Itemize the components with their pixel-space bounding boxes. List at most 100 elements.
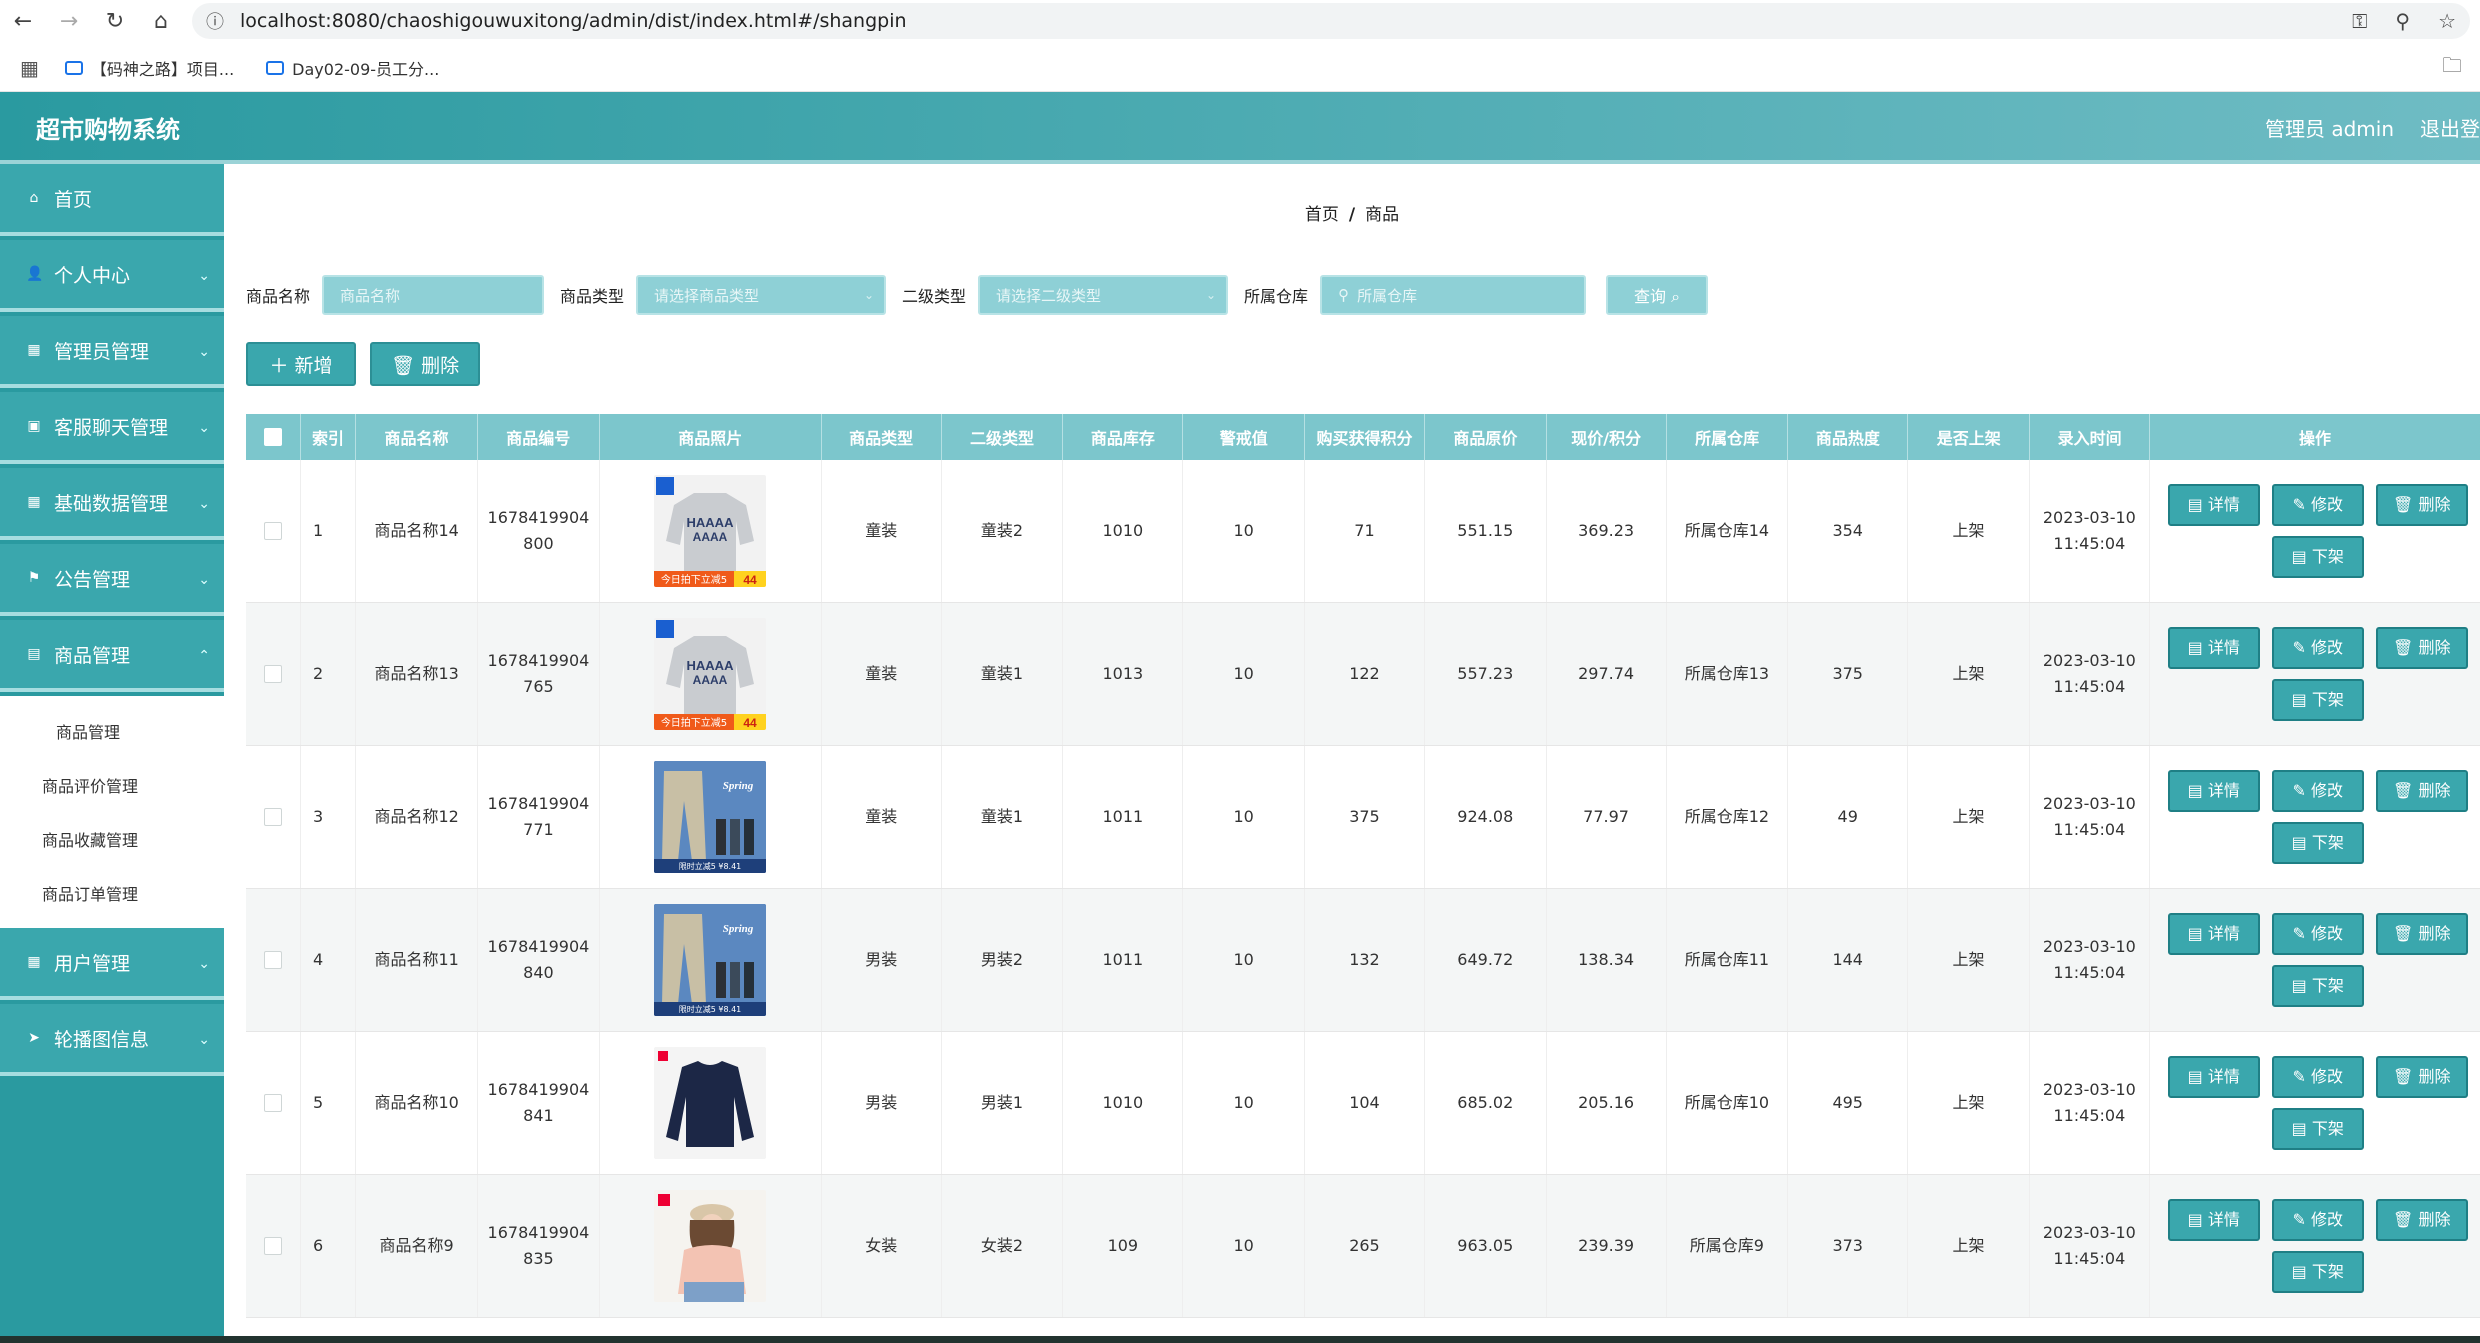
table-cell: Spring 限时立减5 ¥8.41: [600, 889, 822, 1031]
table-cell: 963.05: [1425, 1175, 1547, 1317]
row-delete-button[interactable]: 🗑 删除: [2375, 484, 2468, 526]
row-checkbox[interactable]: [264, 951, 282, 969]
onshelf-cell: 上架: [1952, 1093, 1985, 1112]
sidebar-item-notice[interactable]: ⚑ 公告管理 ⌄: [0, 544, 224, 616]
svg-text:44: 44: [744, 573, 758, 587]
sidebar-item-home[interactable]: ⌂ 首页: [0, 164, 224, 236]
submenu-item-goods[interactable]: 商品管理: [0, 704, 224, 758]
offshelf-button[interactable]: ▤ 下架: [2271, 965, 2364, 1007]
sidebar-item-basedata[interactable]: ▦ 基础数据管理 ⌄: [0, 468, 224, 540]
name-filter-input[interactable]: 商品名称: [322, 275, 545, 315]
row-checkbox[interactable]: [264, 808, 282, 826]
row-delete-button[interactable]: 🗑 删除: [2375, 770, 2468, 812]
edit-button[interactable]: ✎ 修改: [2271, 1056, 2364, 1098]
now-price-cell: 239.39: [1578, 1236, 1635, 1255]
edit-button[interactable]: ✎ 修改: [2271, 913, 2364, 955]
filter-bar: 商品名称 商品名称 商品类型 请选择商品类型 ⌄ 二级类型 请选择二级类型 ⌄ 所属…: [246, 274, 1709, 316]
offshelf-button[interactable]: ▤ 下架: [2271, 822, 2364, 864]
product-photo[interactable]: [654, 1190, 767, 1302]
code-part: 765: [523, 677, 554, 696]
query-button[interactable]: 查询 ⌕: [1606, 275, 1709, 315]
folder-icon[interactable]: 🗀: [2442, 51, 2462, 85]
product-photo[interactable]: HAAAA AAAA 今日拍下立减5 44: [654, 475, 767, 587]
bookmark-item[interactable]: 【码神之路】项目...: [64, 56, 234, 80]
index-cell: 2: [313, 664, 324, 683]
table-cell: 1010: [1063, 1032, 1184, 1174]
add-button[interactable]: ＋ 新增: [246, 342, 356, 386]
table-cell: 138.34: [1547, 889, 1667, 1031]
detail-button[interactable]: ▤ 详情: [2167, 1199, 2260, 1241]
submenu-item-orders[interactable]: 商品订单管理: [0, 866, 224, 920]
select-all-checkbox[interactable]: [264, 428, 283, 446]
chevron-down-icon: ⌄: [198, 956, 210, 972]
product-photo[interactable]: [654, 1047, 767, 1159]
product-photo[interactable]: Spring 限时立减5 ¥8.41: [654, 761, 767, 873]
url-bar[interactable]: ⓘ localhost:8080/chaoshigouwuxitong/admi…: [192, 3, 2470, 39]
sidebar-item-admin[interactable]: ▦ 管理员管理 ⌄: [0, 316, 224, 388]
offshelf-button[interactable]: ▤ 下架: [2271, 1108, 2364, 1150]
select-all-cell: [246, 414, 302, 460]
table-cell: 上架: [1908, 746, 2030, 888]
logout-link[interactable]: 退出登: [2420, 113, 2480, 142]
sidebar-item-users[interactable]: ▦ 用户管理 ⌄: [0, 928, 224, 1000]
home-browser-icon[interactable]: ⌂: [138, 0, 184, 42]
row-delete-button[interactable]: 🗑 删除: [2375, 1199, 2468, 1241]
row-checkbox[interactable]: [264, 1237, 282, 1255]
back-icon[interactable]: ←: [0, 0, 46, 42]
svg-text:HAAAA: HAAAA: [687, 658, 735, 673]
warn-cell: 10: [1233, 521, 1254, 540]
subtype-cell: 童装2: [980, 521, 1024, 540]
table-cell: 10: [1183, 889, 1306, 1031]
edit-button[interactable]: ✎ 修改: [2271, 484, 2364, 526]
product-photo[interactable]: HAAAA AAAA 今日拍下立减5 44: [654, 618, 767, 730]
taskbar-edge: [0, 1336, 2480, 1343]
name-cell: 商品名称12: [374, 807, 459, 826]
offshelf-button[interactable]: ▤ 下架: [2271, 536, 2364, 578]
submenu-item-reviews[interactable]: 商品评价管理: [0, 758, 224, 812]
row-checkbox[interactable]: [264, 1094, 282, 1112]
table-cell: 所属仓库12: [1667, 746, 1789, 888]
row-delete-button[interactable]: 🗑 删除: [2375, 913, 2468, 955]
warehouse-filter-placeholder: 所属仓库: [1357, 286, 1418, 305]
offshelf-button[interactable]: ▤ 下架: [2271, 679, 2364, 721]
forward-icon[interactable]: →: [46, 0, 92, 42]
row-delete-button[interactable]: 🗑 删除: [2375, 627, 2468, 669]
detail-button[interactable]: ▤ 详情: [2167, 913, 2260, 955]
sidebar-item-profile[interactable]: 👤 个人中心 ⌄: [0, 240, 224, 312]
detail-button[interactable]: ▤ 详情: [2167, 770, 2260, 812]
site-info-icon[interactable]: ⓘ: [206, 8, 224, 34]
now-price-cell: 369.23: [1578, 521, 1635, 540]
row-checkbox[interactable]: [264, 665, 282, 683]
type-filter-select[interactable]: 请选择商品类型 ⌄: [636, 275, 887, 315]
index-cell: 4: [313, 950, 324, 969]
grid-icon: ▦: [27, 954, 41, 970]
detail-button[interactable]: ▤ 详情: [2167, 627, 2260, 669]
breadcrumb-home[interactable]: 首页: [1305, 205, 1339, 225]
table-cell: 男装: [822, 1032, 942, 1174]
delete-button[interactable]: 🗑 删除: [370, 342, 480, 386]
key-icon[interactable]: ⚿: [2352, 9, 2367, 33]
svg-text:Spring: Spring: [723, 780, 754, 792]
submenu-item-favorites[interactable]: 商品收藏管理: [0, 812, 224, 866]
row-delete-button[interactable]: 🗑 删除: [2375, 1056, 2468, 1098]
subtype-filter-select[interactable]: 请选择二级类型 ⌄: [978, 275, 1229, 315]
warehouse-filter-input[interactable]: ⚲ 所属仓库: [1320, 275, 1587, 315]
edit-button[interactable]: ✎ 修改: [2271, 627, 2364, 669]
row-checkbox[interactable]: [264, 522, 282, 540]
star-icon[interactable]: ☆: [2438, 9, 2456, 33]
offshelf-button[interactable]: ▤ 下架: [2271, 1251, 2364, 1293]
zoom-icon[interactable]: ⚲: [2395, 9, 2410, 33]
detail-button[interactable]: ▤ 详情: [2167, 484, 2260, 526]
edit-button[interactable]: ✎ 修改: [2271, 770, 2364, 812]
product-photo[interactable]: Spring 限时立减5 ¥8.41: [654, 904, 767, 1016]
url-text[interactable]: localhost:8080/chaoshigouwuxitong/admin/…: [240, 10, 907, 32]
apps-grid-icon[interactable]: ▦: [20, 56, 39, 80]
reload-icon[interactable]: ↻: [92, 0, 138, 42]
edit-button[interactable]: ✎ 修改: [2271, 1199, 2364, 1241]
date-part: 2023-03-10: [2042, 794, 2136, 813]
sidebar-item-carousel[interactable]: ➤ 轮播图信息 ⌄: [0, 1004, 224, 1076]
bookmark-item[interactable]: Day02-09-员工分...: [266, 56, 439, 80]
sidebar-item-chat[interactable]: ▣ 客服聊天管理 ⌄: [0, 392, 224, 464]
detail-button[interactable]: ▤ 详情: [2167, 1056, 2260, 1098]
sidebar-item-goods[interactable]: ▤ 商品管理 ⌃: [0, 620, 224, 692]
